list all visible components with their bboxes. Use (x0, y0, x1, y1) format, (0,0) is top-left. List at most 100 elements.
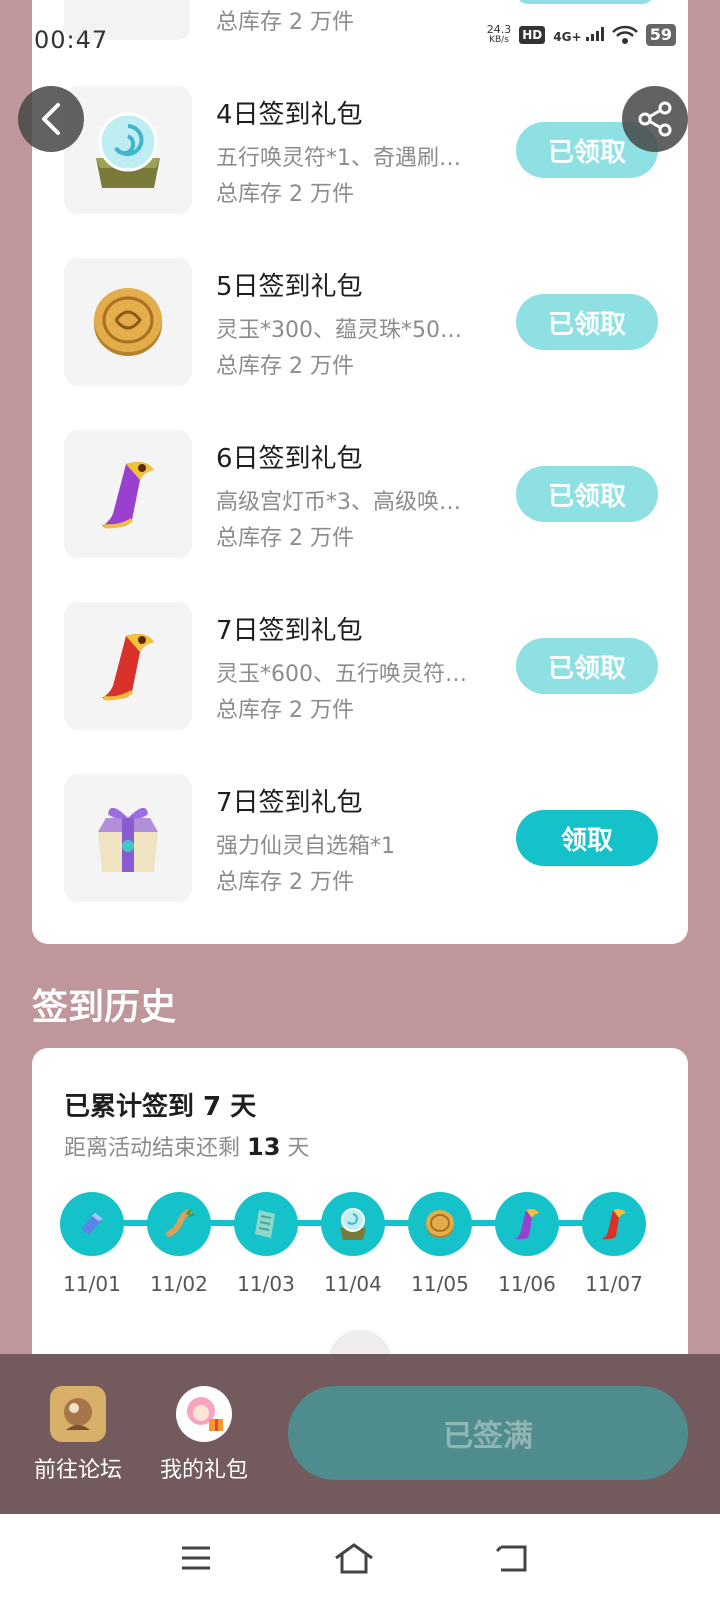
days-remaining-prefix: 距离活动结束还剩 (64, 1136, 241, 1161)
gift-stock: 总库存 2 万件 (216, 870, 354, 895)
days-remaining-suffix: 天 (287, 1136, 310, 1161)
back-arrow-icon (42, 103, 60, 135)
gift-thumbnail (64, 602, 192, 730)
signed-full-button[interactable]: 已签满 (288, 1386, 688, 1480)
gift-description: 灵玉*300、蕴灵珠*50… (216, 318, 462, 343)
timeline-day: 11/03 (234, 1192, 298, 1296)
my-gifts-icon (176, 1386, 232, 1442)
partial-claimed-button[interactable] (516, 0, 654, 4)
partial-gift-stock: 总库存 2 万件 (216, 10, 354, 35)
nav-menu-button[interactable] (172, 1534, 220, 1582)
day-date: 11/03 (237, 1272, 295, 1296)
nav-back-button[interactable] (488, 1534, 536, 1582)
gift-title: 4日签到礼包 (216, 100, 363, 130)
gift-item: 6日签到礼包 高级宫灯币*3、高级唤… 总库存 2 万件 已领取 (64, 430, 658, 558)
day-date: 11/01 (63, 1272, 121, 1296)
timeline-day: 11/04 (321, 1192, 385, 1296)
my-gifts-link[interactable]: 我的礼包 (156, 1386, 252, 1484)
status-icons: 24.3 KB/s HD 4G+ 59 (487, 24, 676, 46)
timeline-day: 11/01 (60, 1192, 124, 1296)
cumulative-signin-title: 已累计签到 7 天 (64, 1092, 257, 1122)
gift-item: 5日签到礼包 灵玉*300、蕴灵珠*50… 总库存 2 万件 已领取 (64, 258, 658, 386)
timeline-day: 11/02 (147, 1192, 211, 1296)
day-date: 11/07 (585, 1272, 643, 1296)
gift-item: 7日签到礼包 灵玉*600、五行唤灵符… 总库存 2 万件 已领取 (64, 602, 658, 730)
back-button[interactable] (18, 86, 84, 152)
day-circle (582, 1192, 646, 1256)
ginseng-icon (166, 1208, 195, 1237)
gift-description: 五行唤灵符*1、奇遇刷… (216, 146, 461, 171)
day-circle (321, 1192, 385, 1256)
day-date: 11/05 (411, 1272, 469, 1296)
net-speed-unit: KB/s (489, 35, 509, 45)
signal-icon: 4G+ (553, 26, 604, 44)
status-time: 00:47 (34, 26, 109, 54)
net-speed-value: 24.3 (486, 23, 512, 36)
timeline-day: 11/07 (582, 1192, 646, 1296)
purple-scroll-icon (515, 1209, 539, 1240)
gold-coin-icon (426, 1210, 454, 1238)
claim-button[interactable]: 领取 (516, 810, 658, 866)
day-circle (495, 1192, 559, 1256)
network-type: 4G+ (553, 29, 582, 44)
gift-thumbnail (64, 430, 192, 558)
days-remaining-text: 距离活动结束还剩 13 天 (64, 1130, 309, 1162)
spirit-orb-icon (96, 112, 160, 188)
timeline-day: 11/05 (408, 1192, 472, 1296)
gift-stock: 总库存 2 万件 (216, 354, 354, 379)
nav-home-button[interactable] (330, 1534, 378, 1582)
gift-title: 6日签到礼包 (216, 444, 363, 474)
purple-scroll-icon (102, 462, 154, 529)
gold-coin-icon (94, 288, 162, 356)
day-circle (408, 1192, 472, 1256)
bottom-action-bar: 前往论坛 我的礼包 已签满 (0, 1354, 720, 1514)
gift-title: 7日签到礼包 (216, 788, 363, 818)
gift-box-icon (98, 807, 158, 872)
claimed-button[interactable]: 已领取 (516, 294, 658, 350)
gift-stock: 总库存 2 万件 (216, 698, 354, 723)
gift-description: 高级宫灯币*3、高级唤… (216, 490, 461, 515)
spirit-orb-icon (340, 1208, 366, 1240)
claimed-button[interactable]: 已领取 (516, 466, 658, 522)
return-icon (495, 1545, 527, 1572)
day-circle (60, 1192, 124, 1256)
history-heading: 签到历史 (32, 987, 177, 1028)
forum-label: 前往论坛 (33, 1458, 122, 1483)
day-date: 11/06 (498, 1272, 556, 1296)
wifi-icon (611, 25, 638, 44)
gift-thumbnail (64, 86, 192, 214)
hd-icon: HD (519, 26, 546, 44)
forum-icon (50, 1386, 106, 1442)
gift-title: 5日签到礼包 (216, 272, 363, 302)
day-date: 11/02 (150, 1272, 208, 1296)
days-remaining-count: 13 (247, 1133, 281, 1161)
gift-description: 灵玉*600、五行唤灵符… (216, 662, 467, 687)
timeline-day: 11/06 (495, 1192, 559, 1296)
forum-link[interactable]: 前往论坛 (30, 1386, 126, 1484)
red-scroll-icon (102, 634, 154, 701)
gift-item: 7日签到礼包 强力仙灵自选箱*1 总库存 2 万件 领取 (64, 774, 658, 902)
system-nav-bar (0, 1514, 720, 1600)
day-date: 11/04 (324, 1272, 382, 1296)
jade-talisman-icon (255, 1210, 275, 1238)
history-card: 已累计签到 7 天 距离活动结束还剩 13 天 11/01 11/02 11/0… (32, 1048, 688, 1368)
menu-icon (182, 1546, 210, 1570)
gift-thumbnail (64, 774, 192, 902)
gift-title: 7日签到礼包 (216, 616, 363, 646)
red-scroll-icon (602, 1209, 626, 1240)
crystal-icon (81, 1213, 103, 1235)
day-circle (234, 1192, 298, 1256)
gift-thumbnail (64, 258, 192, 386)
gift-item: 4日签到礼包 五行唤灵符*1、奇遇刷… 总库存 2 万件 已领取 (64, 86, 658, 214)
home-icon (335, 1543, 373, 1574)
battery-icon: 59 (645, 24, 676, 46)
gift-stock: 总库存 2 万件 (216, 526, 354, 551)
share-icon (638, 101, 672, 137)
net-speed-indicator: 24.3 KB/s (487, 24, 512, 46)
claimed-button[interactable]: 已领取 (516, 638, 658, 694)
my-gifts-label: 我的礼包 (159, 1458, 248, 1483)
day-circle (147, 1192, 211, 1256)
gift-description: 强力仙灵自选箱*1 (216, 834, 395, 859)
gift-stock: 总库存 2 万件 (216, 182, 354, 207)
share-button[interactable] (622, 86, 688, 152)
